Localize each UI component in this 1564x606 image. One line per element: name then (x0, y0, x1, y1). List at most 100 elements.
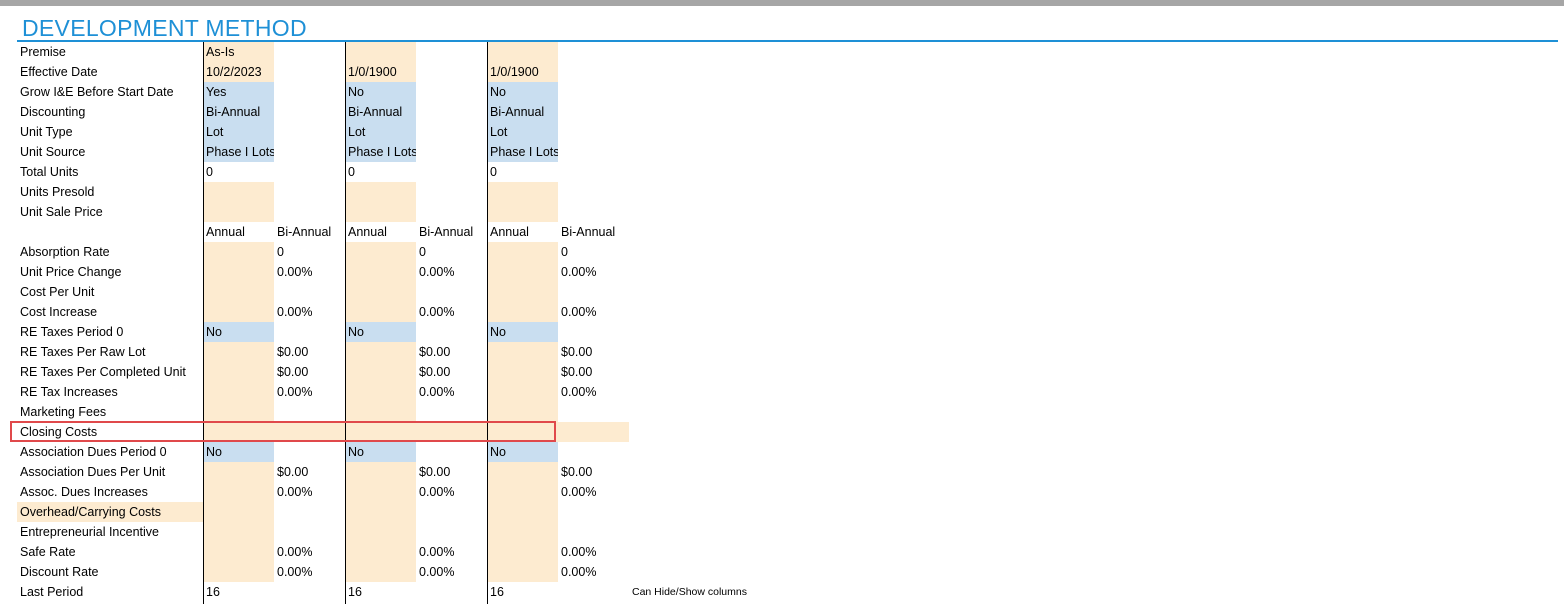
value-cell[interactable] (487, 362, 558, 382)
value-cell[interactable]: No (203, 442, 274, 462)
value-cell[interactable] (203, 542, 274, 562)
table-row: Total Units 0 0 0 (0, 162, 1564, 182)
value-cell[interactable] (487, 242, 558, 262)
value-cell[interactable] (487, 282, 558, 302)
value-cell[interactable] (345, 182, 416, 202)
value-cell[interactable] (345, 362, 416, 382)
value-cell[interactable]: Lot (345, 122, 416, 142)
value-cell[interactable] (345, 542, 416, 562)
column-header: Annual (206, 225, 245, 239)
row-label: Unit Sale Price (20, 205, 103, 219)
value-cell[interactable] (203, 342, 274, 362)
table-row: Absorption Rate 0 0 0 (0, 242, 1564, 262)
value-cell[interactable] (487, 402, 558, 422)
value-cell[interactable]: Phase I Lots (487, 142, 558, 162)
value-cell[interactable]: 1/0/1900 (345, 62, 416, 82)
value-cell: 0.00% (277, 265, 313, 279)
value-cell[interactable] (345, 202, 416, 222)
value-cell[interactable] (203, 282, 274, 302)
value-cell[interactable] (487, 262, 558, 282)
value-cell[interactable] (487, 502, 558, 522)
value-cell[interactable]: No (203, 322, 274, 342)
value-cell[interactable] (487, 302, 558, 322)
column-divider (203, 42, 204, 604)
value-cell[interactable]: No (345, 82, 416, 102)
value-cell[interactable] (345, 282, 416, 302)
table-row: RE Tax Increases 0.00% 0.00% 0.00% (0, 382, 1564, 402)
value-cell (274, 442, 345, 462)
value-cell[interactable]: No (345, 322, 416, 342)
value-cell[interactable] (345, 242, 416, 262)
value-cell (558, 62, 629, 82)
value-cell[interactable] (487, 42, 558, 62)
value-cell[interactable] (345, 502, 416, 522)
row-label: Association Dues Period 0 (20, 445, 167, 459)
value-cell[interactable] (487, 482, 558, 502)
value-cell[interactable] (345, 522, 416, 542)
value-cell[interactable]: Bi-Annual (487, 102, 558, 122)
value-cell[interactable]: Bi-Annual (203, 102, 274, 122)
value-cell (558, 402, 629, 422)
value-cell[interactable] (487, 542, 558, 562)
value-cell: $0.00 (561, 465, 593, 479)
row-label: Discount Rate (20, 565, 99, 579)
value-cell[interactable] (345, 382, 416, 402)
value-cell[interactable] (487, 382, 558, 402)
value-cell[interactable] (487, 342, 558, 362)
value-cell (274, 522, 345, 542)
value-cell[interactable] (345, 402, 416, 422)
value-cell: 0.00% (419, 305, 455, 319)
row-label: Cost Increase (20, 305, 98, 319)
page-title: DEVELOPMENT METHOD (22, 15, 307, 41)
value-cell[interactable] (203, 502, 274, 522)
value-cell[interactable]: Lot (203, 122, 274, 142)
value-cell[interactable] (345, 42, 416, 62)
table-row: Entrepreneurial Incentive (0, 522, 1564, 542)
value-cell[interactable] (345, 562, 416, 582)
column-header: Bi-Annual (277, 225, 332, 239)
value-cell[interactable] (487, 562, 558, 582)
value-cell[interactable]: 1/0/1900 (487, 62, 558, 82)
value-cell[interactable]: Lot (487, 122, 558, 142)
value-cell[interactable] (203, 462, 274, 482)
table-row: Unit Type Lot Lot Lot (0, 122, 1564, 142)
value-cell[interactable]: Bi-Annual (345, 102, 416, 122)
value-cell[interactable]: No (487, 322, 558, 342)
value-cell[interactable]: No (487, 82, 558, 102)
value-cell[interactable] (345, 482, 416, 502)
value-cell[interactable] (487, 462, 558, 482)
value-cell[interactable] (345, 262, 416, 282)
value-cell[interactable] (558, 422, 629, 442)
value-cell[interactable]: Phase I Lots (345, 142, 416, 162)
value-cell: 0.00% (419, 265, 455, 279)
table-row: Effective Date 10/2/2023 1/0/1900 1/0/1900 (0, 62, 1564, 82)
value-cell[interactable] (203, 482, 274, 502)
value-cell[interactable]: No (345, 442, 416, 462)
value-cell[interactable] (203, 522, 274, 542)
value-cell: $0.00 (419, 365, 451, 379)
value-cell[interactable]: 10/2/2023 (203, 62, 274, 82)
value-cell[interactable] (203, 202, 274, 222)
table-row: Unit Price Change 0.00% 0.00% 0.00% (0, 262, 1564, 282)
value-cell[interactable] (203, 242, 274, 262)
value-cell[interactable] (203, 362, 274, 382)
table-row: Discounting Bi-Annual Bi-Annual Bi-Annual (0, 102, 1564, 122)
value-cell[interactable] (487, 202, 558, 222)
value-cell[interactable] (345, 302, 416, 322)
value-cell[interactable]: No (487, 442, 558, 462)
value-cell[interactable]: Phase I Lots (203, 142, 274, 162)
value-cell[interactable] (203, 402, 274, 422)
value-cell[interactable]: As-Is (203, 42, 274, 62)
value-cell[interactable] (203, 562, 274, 582)
value-cell[interactable] (203, 382, 274, 402)
value-cell (416, 442, 487, 462)
value-cell[interactable] (203, 302, 274, 322)
value-cell[interactable] (487, 182, 558, 202)
value-cell[interactable] (345, 462, 416, 482)
value-cell[interactable] (487, 522, 558, 542)
value-cell[interactable] (203, 262, 274, 282)
row-label: Units Presold (20, 185, 95, 199)
value-cell[interactable] (203, 182, 274, 202)
value-cell[interactable] (345, 342, 416, 362)
value-cell[interactable]: Yes (203, 82, 274, 102)
